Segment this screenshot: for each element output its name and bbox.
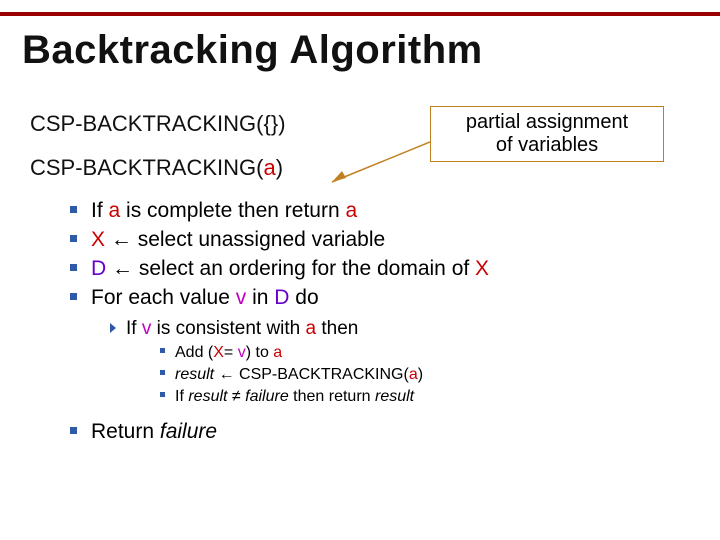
bullet-square-icon xyxy=(160,370,165,375)
bullet-item: If v is consistent with a then xyxy=(110,318,700,340)
bullet-triangle-icon xyxy=(110,323,116,333)
text: = xyxy=(224,344,238,361)
var-a: a xyxy=(306,318,317,339)
arrow: ← xyxy=(106,257,139,280)
text: If xyxy=(175,388,188,405)
bullet-item: If result ≠ failure then return result xyxy=(160,388,700,406)
text: Return xyxy=(91,420,160,443)
bullet-square-icon xyxy=(160,392,165,397)
text: Add ( xyxy=(175,344,213,361)
var-failure: failure xyxy=(160,420,217,443)
bullet-item: For each value v in D do xyxy=(70,286,700,310)
call-line-1: CSP-BACKTRACKING({}) xyxy=(30,111,700,137)
text: select unassigned variable xyxy=(138,228,386,251)
text: CSP-BACKTRACKING( xyxy=(30,111,263,136)
text: {} xyxy=(263,111,278,136)
var-a: a xyxy=(109,199,121,222)
slide-body: CSP-BACKTRACKING({}) CSP-BACKTRACKING(a)… xyxy=(30,105,700,444)
var-d: D xyxy=(274,286,289,309)
bullet-list-level2: If v is consistent with a then xyxy=(30,318,700,340)
bullet-item: D ← select an ordering for the domain of… xyxy=(70,257,700,281)
text: is consistent with xyxy=(151,318,305,339)
return-line: Return failure xyxy=(30,420,700,444)
bullet-square-icon xyxy=(70,427,77,434)
var-v: v xyxy=(236,286,247,309)
var-x: X xyxy=(213,344,224,361)
text: CSP-BACKTRACKING( xyxy=(239,366,409,383)
bullet-item: X ← select unassigned variable xyxy=(70,228,700,252)
var-a: a xyxy=(263,155,275,180)
bullet-square-icon xyxy=(70,206,77,213)
bullet-item: If a is complete then return a xyxy=(70,199,700,223)
text: is complete then return xyxy=(120,199,345,222)
var-a: a xyxy=(409,366,418,383)
var-failure: failure xyxy=(245,388,289,405)
text: then return xyxy=(289,388,375,405)
arrow: ← xyxy=(105,228,138,251)
bullet-square-icon xyxy=(160,348,165,353)
arrow: ← xyxy=(214,366,239,383)
bullet-item: Add (X= v) to a xyxy=(160,344,700,362)
bullet-item: result ← CSP-BACKTRACKING(a) xyxy=(160,366,700,384)
text: in xyxy=(246,286,274,309)
text: If xyxy=(91,199,109,222)
text: select an ordering for the domain of xyxy=(139,257,475,280)
text: ) xyxy=(278,111,285,136)
text: ) to xyxy=(246,344,274,361)
bullet-square-icon xyxy=(70,293,77,300)
text: For each value xyxy=(91,286,236,309)
var-x: X xyxy=(91,228,105,251)
var-result: result xyxy=(375,388,414,405)
text: ) xyxy=(418,366,423,383)
text: ) xyxy=(276,155,283,180)
slide-title: Backtracking Algorithm xyxy=(22,28,483,73)
bullet-list-level3: Add (X= v) to a result ← CSP-BACKTRACKIN… xyxy=(30,344,700,406)
var-x: X xyxy=(475,257,489,280)
var-result: result xyxy=(175,366,214,383)
bullet-square-icon xyxy=(70,264,77,271)
var-result: result xyxy=(188,388,227,405)
var-a: a xyxy=(273,344,282,361)
var-v: v xyxy=(238,344,246,361)
bullet-list-level1: If a is complete then return a X ← selec… xyxy=(30,199,700,310)
text: then xyxy=(316,318,358,339)
slide-accent-bar xyxy=(0,12,720,16)
text: do xyxy=(289,286,318,309)
neq: ≠ xyxy=(227,388,245,405)
var-d: D xyxy=(91,257,106,280)
var-a: a xyxy=(345,199,357,222)
text: CSP-BACKTRACKING( xyxy=(30,155,263,180)
text: If xyxy=(126,318,142,339)
call-line-2: CSP-BACKTRACKING(a) xyxy=(30,155,700,181)
var-v: v xyxy=(142,318,152,339)
bullet-square-icon xyxy=(70,235,77,242)
